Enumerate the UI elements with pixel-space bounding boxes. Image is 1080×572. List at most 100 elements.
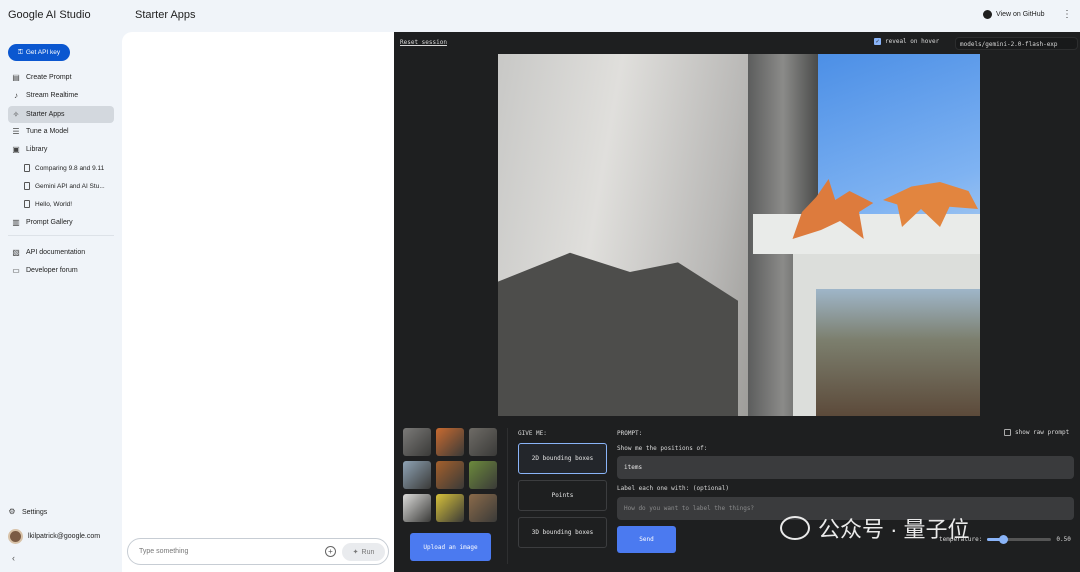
image-thumbnail[interactable] [403, 428, 431, 456]
sidebar-item-tune-model[interactable]: ☰ Tune a Model [8, 123, 114, 140]
more-options-icon[interactable]: ⋮ [1062, 9, 1072, 20]
temperature-value: 0.50 [1056, 536, 1071, 543]
avatar [8, 529, 23, 544]
controls-area: Upload an image GIVE ME: 2D bounding box… [394, 418, 1080, 572]
image-thumbnail[interactable] [436, 428, 464, 456]
temperature-slider[interactable] [987, 535, 1052, 544]
get-api-key-label: Get API key [25, 49, 61, 56]
give-me-label: GIVE ME: [518, 430, 547, 437]
key-icon: ⚿ [17, 48, 23, 56]
gear-icon: ⚙ [8, 507, 16, 516]
github-label: View on GitHub [996, 11, 1045, 18]
sidebar-item-library[interactable]: ▣ Library [8, 141, 114, 158]
prompt-label: PROMPT: [617, 430, 643, 437]
main-image [498, 54, 980, 416]
document-icon [24, 164, 30, 172]
image-thumbnail[interactable] [436, 494, 464, 522]
user-email: lkilpatrick@google.com [28, 533, 101, 540]
image-thumbnail[interactable] [469, 428, 497, 456]
show-raw-prompt-toggle[interactable]: show raw prompt [1004, 429, 1069, 436]
settings-button[interactable]: ⚙ Settings [8, 508, 47, 516]
watermark-text: 公众号 · 量子位 [818, 517, 970, 542]
sidebar-item-stream-realtime[interactable]: ♪ Stream Realtime [8, 87, 114, 104]
page-title: Starter Apps [135, 9, 196, 21]
image-thumbnail[interactable] [469, 494, 497, 522]
top-bar: Google AI Studio Starter Apps View on Gi… [0, 0, 1080, 32]
add-icon[interactable]: + [325, 546, 336, 557]
photo-outside [816, 289, 980, 416]
library-icon: ▣ [12, 144, 20, 154]
reveal-on-hover-toggle[interactable]: ✓ reveal on hover [874, 38, 939, 45]
mode-points-button[interactable]: Points [518, 480, 607, 511]
checkbox-icon[interactable] [1004, 429, 1011, 436]
label-field-label: Label each one with: (optional) [617, 485, 729, 492]
sidebar-item-label: Prompt Gallery [26, 219, 73, 226]
get-api-key-button[interactable]: ⚿ Get API key [8, 44, 70, 61]
library-item[interactable]: Comparing 9.8 and 9.11 [24, 161, 104, 175]
sidebar-item-forum[interactable]: ▭ Developer forum [8, 262, 114, 279]
image-thumbnail[interactable] [403, 461, 431, 489]
chat-panel: Type something + ✦ Run [122, 32, 394, 572]
positions-input[interactable]: items [617, 456, 1074, 479]
microphone-icon: ♪ [14, 90, 18, 100]
sidebar-item-label: API documentation [26, 249, 86, 256]
spatial-app-panel: Reset session ✓ reveal on hover models/g… [394, 32, 1080, 572]
sidebar-item-api-docs[interactable]: ▧ API documentation [8, 244, 114, 261]
raw-prompt-label: show raw prompt [1015, 429, 1070, 436]
tune-icon: ☰ [12, 126, 20, 136]
sidebar-item-label: Stream Realtime [26, 92, 79, 99]
prompt-placeholder: Type something [139, 548, 189, 555]
sidebar-item-label: Tune a Model [26, 128, 69, 135]
wechat-icon [780, 516, 810, 540]
reveal-label: reveal on hover [885, 38, 940, 45]
sidebar-item-label: Developer forum [26, 267, 78, 274]
github-icon [983, 10, 992, 19]
mode-2d-boxes-button[interactable]: 2D bounding boxes [518, 443, 607, 474]
document-icon [24, 182, 30, 190]
library-item-label: Gemini API and AI Stu... [35, 182, 105, 190]
sidebar-item-starter-apps[interactable]: ✧ Starter Apps [8, 106, 114, 123]
document-icon [24, 200, 30, 208]
create-prompt-icon: ▤ [12, 72, 20, 82]
divider [507, 428, 508, 564]
spark-icon: ✧ [12, 109, 20, 119]
run-label: Run [361, 548, 375, 556]
forum-icon: ▭ [12, 265, 20, 275]
mode-3d-boxes-button[interactable]: 3D bounding boxes [518, 517, 607, 548]
run-button[interactable]: ✦ Run [342, 543, 385, 561]
collapse-sidebar-icon[interactable]: ‹ [12, 553, 15, 563]
settings-label: Settings [22, 508, 48, 516]
sidebar-item-prompt-gallery[interactable]: ▥ Prompt Gallery [8, 214, 114, 231]
watermark: 公众号 · 量子位 [780, 512, 970, 544]
model-select[interactable]: models/gemini-2.0-flash-exp [955, 37, 1078, 50]
library-item-label: Comparing 9.8 and 9.11 [35, 164, 105, 172]
app-window: Google AI Studio Starter Apps View on Gi… [0, 0, 1080, 572]
send-button[interactable]: Send [617, 526, 676, 553]
image-thumbnail[interactable] [469, 461, 497, 489]
positions-label: Show me the positions of: [617, 445, 708, 452]
library-item[interactable]: Gemini API and AI Stu... [24, 179, 105, 193]
sidebar: ⚿ Get API key ▤ Create Prompt ♪ Stream R… [0, 32, 122, 572]
prompt-input[interactable]: Type something + ✦ Run [127, 538, 389, 565]
sidebar-item-label: Library [26, 146, 48, 153]
app-logo[interactable]: Google AI Studio [8, 9, 91, 21]
upload-image-button[interactable]: Upload an image [410, 533, 491, 561]
sidebar-item-label: Starter Apps [26, 111, 65, 118]
reset-session-link[interactable]: Reset session [400, 39, 447, 46]
photo-sill [753, 214, 980, 254]
docs-icon: ▧ [12, 247, 20, 257]
sidebar-item-create-prompt[interactable]: ▤ Create Prompt [8, 69, 114, 86]
user-account[interactable]: lkilpatrick@google.com [8, 529, 100, 544]
slider-handle[interactable] [999, 535, 1009, 544]
library-item[interactable]: Hello, World! [24, 197, 72, 211]
gallery-icon: ▥ [12, 217, 20, 227]
sidebar-divider [8, 235, 114, 236]
image-thumbnail[interactable] [436, 461, 464, 489]
checkbox-checked-icon[interactable]: ✓ [874, 38, 881, 45]
model-value: models/gemini-2.0-flash-exp [960, 41, 1058, 48]
image-thumbnail[interactable] [403, 494, 431, 522]
spark-icon: ✦ [352, 549, 359, 556]
github-link[interactable]: View on GitHub [983, 10, 1045, 19]
library-item-label: Hello, World! [35, 200, 73, 208]
sidebar-item-label: Create Prompt [26, 74, 72, 81]
